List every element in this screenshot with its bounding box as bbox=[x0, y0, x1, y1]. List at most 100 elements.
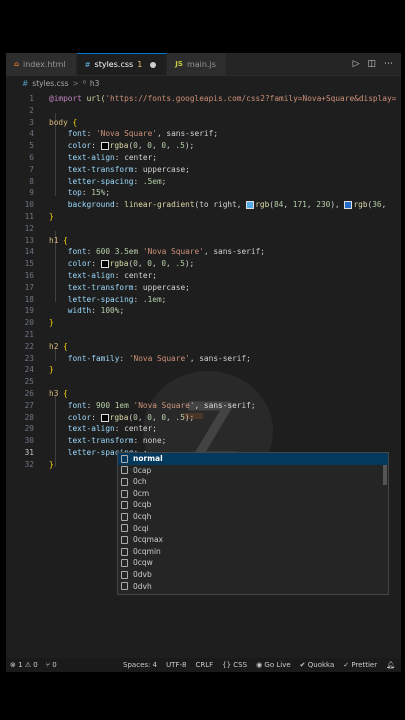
code-token: 15% bbox=[91, 188, 106, 198]
code-line[interactable]: 22 h2 { bbox=[6, 341, 401, 353]
tab-index-html[interactable]: ⌂ index.html bbox=[6, 53, 77, 75]
suggestion-item[interactable]: 0cqb bbox=[118, 499, 388, 511]
problems-indicator[interactable]: ⊗ 1 ⚠ 0 bbox=[10, 661, 38, 669]
language-mode[interactable]: {} CSS bbox=[222, 661, 247, 669]
code-token: top bbox=[67, 188, 82, 198]
code-line[interactable]: 5 color: rgba(0, 0, 0, .5); bbox=[6, 140, 401, 152]
code-token: , bbox=[166, 259, 176, 269]
code-token: 171 bbox=[292, 200, 307, 210]
code-token: h2 bbox=[49, 341, 64, 351]
suggestion-item[interactable]: 0cqi bbox=[118, 523, 388, 535]
code-token: h3 bbox=[49, 389, 64, 398]
breadcrumb-symbol[interactable]: h3 bbox=[90, 79, 100, 88]
suggestion-widget[interactable]: normal 0cap 0ch 0cm 0cqb 0cqh 0cqi 0cqmax 0cqmin… bbox=[117, 452, 389, 595]
tab-styles-css[interactable]: # styles.css 1 bbox=[76, 53, 168, 75]
code-token: color bbox=[67, 141, 92, 151]
encoding-selector[interactable]: UTF-8 bbox=[166, 661, 186, 669]
unsaved-dot-icon[interactable] bbox=[150, 61, 157, 68]
run-icon[interactable]: ▷ bbox=[353, 59, 360, 69]
suggestion-item[interactable]: 0cqh bbox=[118, 511, 388, 523]
code-line[interactable]: 11} bbox=[6, 211, 401, 223]
color-swatch[interactable] bbox=[100, 413, 109, 422]
code-line[interactable]: 12 bbox=[6, 223, 401, 235]
code-token: 'Nova Square' bbox=[142, 247, 204, 257]
suggestion-scrollbar[interactable] bbox=[383, 465, 387, 485]
code-line[interactable]: 13 h1 { bbox=[6, 235, 401, 247]
code-token: ; bbox=[119, 306, 125, 316]
more-actions-icon[interactable]: ⋯ bbox=[384, 59, 393, 69]
code-line[interactable]: 15 color: rgba(0, 0, 0, .5); bbox=[6, 258, 401, 270]
indentation-selector[interactable]: Spaces: 4 bbox=[123, 661, 157, 669]
suggestion-item[interactable]: 0dvh bbox=[118, 581, 388, 593]
value-icon bbox=[121, 570, 128, 579]
line-number: 17 bbox=[24, 282, 34, 292]
code-token: ); bbox=[184, 259, 195, 269]
code-line[interactable]: 2 bbox=[6, 105, 401, 117]
code-line[interactable]: 1 @import url('https://fonts.googleapis.c… bbox=[6, 93, 401, 105]
code-text: text-transform: uppercase; bbox=[49, 282, 190, 294]
code-line[interactable]: 10 background: linear-gradient(to right,… bbox=[6, 199, 401, 211]
quokka-button[interactable]: ✔ Quokka bbox=[300, 661, 335, 669]
code-token: 'https://fonts.googleapis.com/css2?famil… bbox=[105, 94, 397, 103]
code-token: rgba bbox=[109, 412, 129, 422]
code-line[interactable]: 23 font-family: 'Nova Square', sans-seri… bbox=[6, 353, 401, 365]
color-swatch[interactable] bbox=[100, 260, 109, 269]
value-icon bbox=[121, 547, 128, 556]
code-token: text-align bbox=[67, 271, 115, 280]
suggestion-label: 0ch bbox=[133, 477, 147, 487]
suggestion-item[interactable]: 0ch bbox=[118, 476, 388, 488]
code-line[interactable]: 3 body { bbox=[6, 117, 401, 129]
code-token: , bbox=[151, 141, 162, 151]
code-text: letter-spacing: .1em; bbox=[49, 294, 167, 306]
code-token: : uppercase; bbox=[133, 282, 190, 292]
breadcrumb-file[interactable]: styles.css bbox=[32, 79, 68, 88]
suggestion-item[interactable]: 0cqmax bbox=[118, 534, 388, 546]
color-swatch[interactable] bbox=[344, 201, 353, 210]
line-number: 29 bbox=[24, 424, 34, 434]
code-line[interactable]: 14 font: 600 3.5em 'Nova Square', sans-s… bbox=[6, 246, 401, 258]
split-editor-icon[interactable]: ◫ bbox=[367, 59, 376, 69]
code-token: font-family bbox=[67, 353, 120, 363]
code-line[interactable]: 20} bbox=[6, 317, 401, 329]
suggestion-item[interactable]: normal bbox=[118, 453, 388, 465]
code-line[interactable]: 8 letter-spacing: .5em; bbox=[6, 176, 401, 188]
color-swatch[interactable] bbox=[100, 142, 109, 151]
code-line[interactable]: 19 width: 100%; bbox=[6, 305, 401, 317]
go-live-button[interactable]: ◉ Go Live bbox=[256, 661, 291, 669]
suggestion-item[interactable]: 0dvb bbox=[118, 569, 388, 581]
status-bar: ⊗ 1 ⚠ 0 ⑂ 0 Spaces: 4 UTF-8 CRLF {} CSS … bbox=[6, 658, 401, 672]
code-token: .5 bbox=[175, 259, 185, 269]
code-line[interactable]: 7 text-transform: uppercase; bbox=[6, 164, 401, 176]
suggestion-item[interactable]: 0cqw bbox=[118, 557, 388, 569]
prettier-button[interactable]: ✓ Prettier bbox=[343, 661, 377, 669]
notifications-bell-icon[interactable]: 🔔︎ bbox=[386, 661, 395, 669]
code-token: , bbox=[283, 200, 293, 210]
suggestion-item[interactable]: 0cm bbox=[118, 488, 388, 500]
suggestion-item[interactable]: 0cqmin bbox=[118, 546, 388, 558]
code-line[interactable]: 16 text-align: center; bbox=[6, 270, 401, 282]
suggestion-label: 0cqi bbox=[133, 523, 149, 533]
ports-indicator[interactable]: ⑂ 0 bbox=[46, 661, 57, 669]
code-line[interactable]: 6 text-align: center; bbox=[6, 152, 401, 164]
tab-main-js[interactable]: JS main.js bbox=[167, 53, 227, 75]
color-swatch[interactable] bbox=[246, 201, 255, 210]
code-token: color bbox=[67, 259, 92, 269]
eol-selector[interactable]: CRLF bbox=[195, 661, 213, 669]
code-text: @import url('https://fonts.googleapis.co… bbox=[49, 93, 396, 105]
code-line[interactable]: 21 bbox=[6, 329, 401, 341]
code-line[interactable]: 4 font: 'Nova Square', sans-serif; bbox=[6, 128, 401, 140]
language-label: CSS bbox=[233, 661, 248, 669]
suggestion-item[interactable]: 0cap bbox=[118, 465, 388, 477]
code-line[interactable]: 18 letter-spacing: .1em; bbox=[6, 294, 401, 306]
code-line[interactable]: 9 top: 15%; bbox=[6, 187, 401, 199]
code-line[interactable]: 17 text-transform: uppercase; bbox=[6, 282, 401, 294]
